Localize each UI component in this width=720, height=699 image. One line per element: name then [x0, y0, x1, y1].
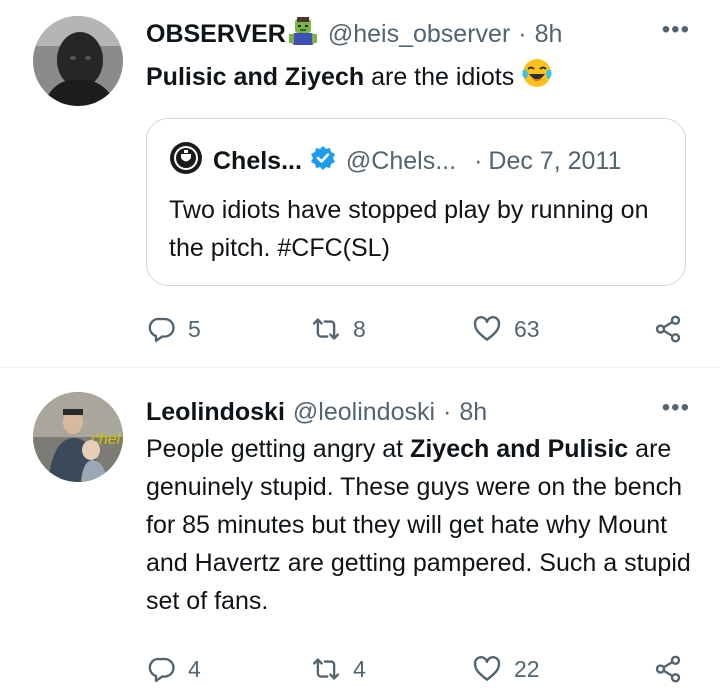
verified-badge-icon [310, 145, 336, 178]
handle[interactable]: @leolindoski [293, 398, 435, 427]
separator: · [518, 19, 527, 48]
like-count: 22 [514, 655, 540, 682]
quoted-tweet-text: Two idiots have stopped play by running … [169, 196, 649, 262]
reply-count: 5 [188, 315, 201, 342]
reply-icon [148, 317, 175, 343]
tweet-text-bold: Ziyech and Pulisic [410, 435, 629, 463]
share-button[interactable] [653, 309, 683, 349]
retweet-count: 4 [353, 655, 366, 682]
timestamp[interactable]: 8h [535, 20, 563, 49]
tweet-header: Leolindoski @leolindoski · 8h [146, 394, 487, 430]
tweet-text: Pulisic and Ziyech are the idiots [146, 57, 686, 100]
retweet-icon [312, 318, 340, 340]
like-icon [473, 656, 501, 681]
quoted-tweet-header: Chels... @Chels... · Dec 7, 2011 [169, 141, 621, 181]
tweet-header: OBSERVER @heis_observer · 8h [146, 16, 562, 52]
action-bar: 4 4 22 [146, 649, 691, 689]
separator: · [443, 397, 452, 426]
avatar[interactable] [33, 16, 123, 106]
quoted-handle[interactable]: @Chels... [346, 147, 456, 176]
retweet-button[interactable]: 8 [311, 309, 366, 349]
chelsea-crest-icon [169, 141, 203, 182]
reply-icon [148, 657, 175, 683]
retweet-icon [312, 658, 340, 680]
laughing-tears-emoji-icon [521, 57, 553, 100]
reply-button[interactable]: 5 [146, 309, 201, 349]
reply-count: 4 [188, 655, 201, 682]
tweet-text-bold: Pulisic and Ziyech [146, 63, 365, 92]
reply-button[interactable]: 4 [146, 649, 201, 689]
author-name[interactable]: OBSERVER [146, 20, 286, 49]
tweet-text: People getting angry at Ziyech and Pulis… [146, 430, 691, 620]
tweet[interactable]: OBSERVER @heis_observer · 8h ••• Pulisic… [0, 0, 720, 368]
like-count: 63 [514, 315, 540, 342]
separator: · [474, 146, 483, 175]
quoted-tweet[interactable]: Chels... @Chels... · Dec 7, 2011 Two idi… [146, 118, 686, 286]
avatar[interactable]: chel [33, 392, 123, 482]
retweet-button[interactable]: 4 [311, 649, 366, 689]
action-bar: 5 8 63 [146, 309, 691, 349]
like-button[interactable]: 22 [472, 649, 540, 689]
more-icon[interactable]: ••• [662, 394, 690, 422]
author-name[interactable]: Leolindoski [146, 398, 285, 427]
more-icon[interactable]: ••• [662, 16, 690, 44]
retweet-count: 8 [353, 315, 366, 342]
share-icon [655, 315, 681, 343]
share-button[interactable] [653, 649, 683, 689]
tweet-text-plain: People getting angry at [146, 435, 411, 463]
quoted-author-name[interactable]: Chels... [213, 147, 302, 176]
tweet[interactable]: chel Leolindoski @leolindoski · 8h ••• P… [0, 368, 720, 699]
share-icon [655, 655, 681, 683]
quoted-date[interactable]: Dec 7, 2011 [488, 147, 621, 176]
tweet-text-plain: are the idiots [364, 63, 522, 92]
zombie-emoji-icon [288, 16, 318, 53]
like-icon [473, 316, 501, 341]
handle[interactable]: @heis_observer [328, 20, 510, 49]
timestamp[interactable]: 8h [459, 398, 487, 427]
like-button[interactable]: 63 [472, 309, 540, 349]
